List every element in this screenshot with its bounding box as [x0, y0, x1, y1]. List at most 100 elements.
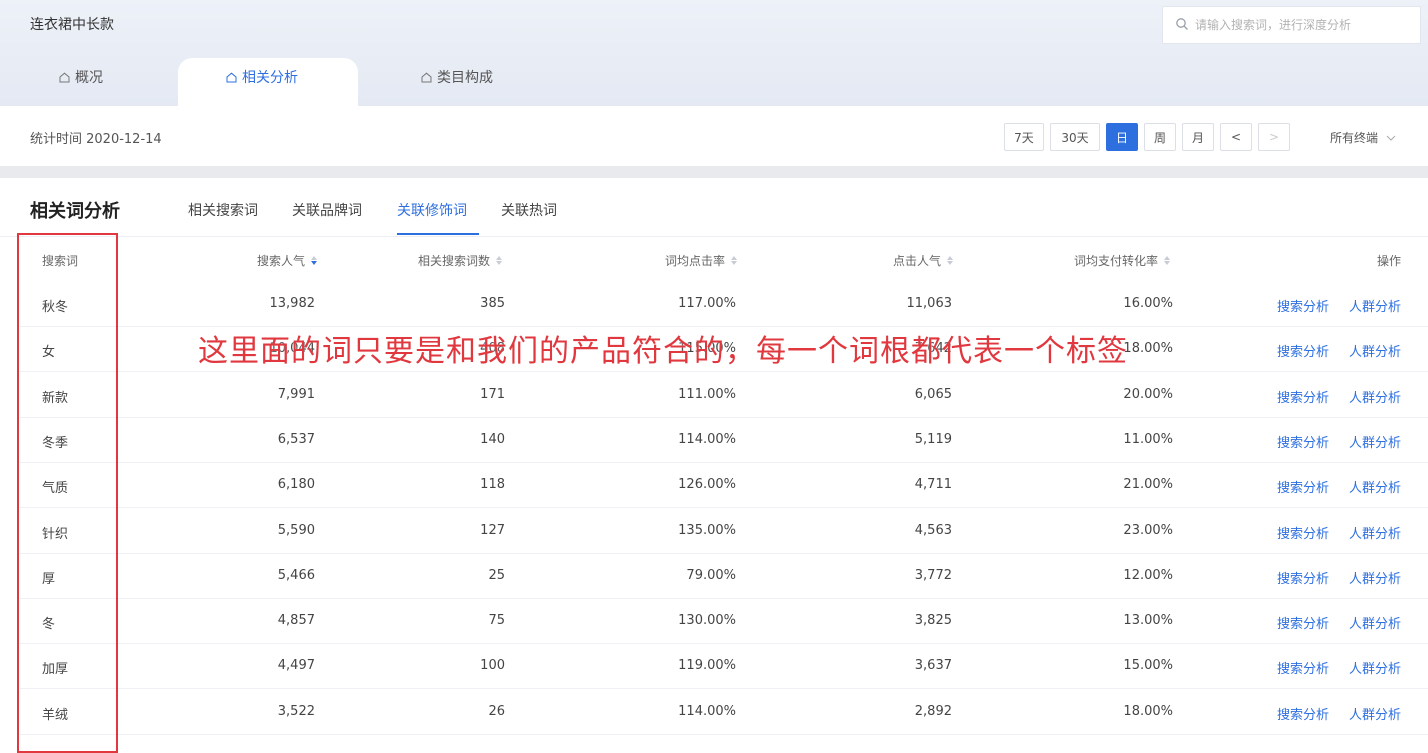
- cell-conversion: 11.00%: [1123, 431, 1173, 447]
- search-analysis-link[interactable]: 搜索分析: [1277, 658, 1329, 677]
- cell-ctr: 79.00%: [686, 567, 736, 583]
- cell-related-count: 118: [480, 477, 505, 493]
- cell-related-count: 100: [480, 658, 505, 674]
- table-row: 秋冬 13,982 385 117.00% 11,063 16.00% 搜索分析 人群分析: [20, 282, 1428, 327]
- cell-click-pop: 3,825: [914, 613, 952, 629]
- cell-keyword: 针织: [42, 526, 69, 542]
- period-day-button[interactable]: 日: [1106, 123, 1138, 151]
- header-label: 词均支付转化率: [1074, 254, 1159, 268]
- header-action-label: 操作: [1377, 254, 1402, 268]
- search-analysis-link[interactable]: 搜索分析: [1277, 523, 1329, 542]
- cell-search-pop: 5,466: [277, 567, 315, 583]
- cell-conversion: 15.00%: [1123, 658, 1173, 674]
- cell-keyword: 厚: [42, 571, 56, 587]
- cell-ctr: 126.00%: [678, 477, 736, 493]
- crowd-analysis-link[interactable]: 人群分析: [1349, 296, 1401, 315]
- table-row: 冬 4,857 75 130.00% 3,825 13.00% 搜索分析 人群分析: [20, 599, 1428, 645]
- table-row: 羊绒 3,522 26 114.00% 2,892 18.00% 搜索分析 人群分析: [20, 690, 1428, 735]
- cell-related-count: 127: [480, 522, 505, 538]
- subtab-hot[interactable]: 关联热词: [501, 200, 557, 220]
- cell-click-pop: 3,637: [914, 658, 952, 674]
- terminal-label: 所有终端: [1330, 131, 1379, 145]
- header-ctr[interactable]: 词均点击率: [665, 252, 738, 269]
- sort-icon[interactable]: [731, 256, 738, 265]
- cell-related-count: 140: [480, 431, 505, 447]
- cell-search-pop: 13,982: [269, 296, 316, 311]
- cell-conversion: 21.00%: [1123, 477, 1173, 493]
- cell-ctr: 111.00%: [678, 386, 736, 402]
- search-icon: [1176, 18, 1188, 30]
- sort-icon[interactable]: [947, 256, 954, 265]
- crowd-analysis-link[interactable]: 人群分析: [1349, 704, 1401, 723]
- cell-keyword: 秋冬: [42, 300, 69, 315]
- crowd-analysis-link[interactable]: 人群分析: [1349, 341, 1401, 360]
- search-analysis-link[interactable]: 搜索分析: [1277, 704, 1329, 723]
- subtab-brand[interactable]: 关联品牌词: [292, 200, 362, 220]
- search-analysis-link[interactable]: 搜索分析: [1277, 568, 1329, 587]
- cell-keyword: 羊绒: [42, 707, 69, 723]
- chevron-down-icon: [1386, 135, 1396, 141]
- header-action: 操作: [1377, 252, 1401, 269]
- search-analysis-link[interactable]: 搜索分析: [1277, 477, 1329, 496]
- terminal-select[interactable]: 所有终端: [1330, 129, 1396, 146]
- header-click-pop[interactable]: 点击人气: [893, 252, 954, 269]
- crowd-analysis-link[interactable]: 人群分析: [1349, 523, 1401, 542]
- subtab-related-search[interactable]: 相关搜索词: [188, 200, 258, 220]
- header-label: 搜索人气: [257, 254, 306, 268]
- cell-conversion: 18.00%: [1123, 703, 1173, 719]
- cell-keyword: 女: [42, 345, 56, 361]
- table-row: 冬季 6,537 140 114.00% 5,119 11.00% 搜索分析 人群分析: [20, 418, 1428, 463]
- crowd-analysis-link[interactable]: 人群分析: [1349, 658, 1401, 677]
- next-button[interactable]: >: [1258, 123, 1290, 151]
- header-conversion[interactable]: 词均支付转化率: [1074, 252, 1171, 269]
- cell-ctr: 114.00%: [678, 703, 736, 719]
- cell-conversion: 18.00%: [1123, 341, 1173, 357]
- sort-icon[interactable]: [1164, 256, 1171, 265]
- table-row: 新款 7,991 171 111.00% 6,065 20.00% 搜索分析 人群分析: [20, 373, 1428, 418]
- stat-bar: 统计时间 2020-12-14 7天 30天 日 周 月 < > 所有终端: [0, 106, 1428, 166]
- search-analysis-link[interactable]: 搜索分析: [1277, 387, 1329, 406]
- period-30d-button[interactable]: 30天: [1050, 123, 1100, 151]
- search-input[interactable]: [1195, 15, 1410, 35]
- cell-search-pop: 3,522: [277, 703, 315, 719]
- cell-search-pop: 6,180: [277, 477, 315, 493]
- cell-search-pop: 4,857: [277, 613, 315, 629]
- period-week-button[interactable]: 周: [1144, 123, 1176, 151]
- period-month-button[interactable]: 月: [1182, 123, 1214, 151]
- section-line: [0, 236, 1428, 237]
- prev-button[interactable]: <: [1220, 123, 1252, 151]
- search-analysis-link[interactable]: 搜索分析: [1277, 613, 1329, 632]
- crowd-analysis-link[interactable]: 人群分析: [1349, 477, 1401, 496]
- table-row: 加厚 4,497 100 119.00% 3,637 15.00% 搜索分析 人群分析: [20, 644, 1428, 690]
- tab-category-composition[interactable]: 类目构成: [421, 67, 493, 87]
- header-related-count[interactable]: 相关搜索词数: [418, 252, 503, 269]
- period-7d-button[interactable]: 7天: [1004, 123, 1044, 151]
- home-icon: [59, 72, 70, 82]
- tab-overview[interactable]: 概况: [59, 67, 103, 87]
- cell-ctr: 119.00%: [678, 658, 736, 674]
- cell-keyword: 新款: [42, 390, 69, 406]
- header-search-pop[interactable]: 搜索人气: [257, 252, 318, 269]
- sort-icon[interactable]: [311, 256, 318, 265]
- crowd-analysis-link[interactable]: 人群分析: [1349, 432, 1401, 451]
- table-row: 厚 5,466 25 79.00% 3,772 12.00% 搜索分析 人群分析: [20, 554, 1428, 599]
- crowd-analysis-link[interactable]: 人群分析: [1349, 613, 1401, 632]
- search-analysis-link[interactable]: 搜索分析: [1277, 341, 1329, 360]
- search-analysis-link[interactable]: 搜索分析: [1277, 432, 1329, 451]
- page-title: 连衣裙中长款: [30, 17, 114, 33]
- table-row: 针织 5,590 127 135.00% 4,563 23.00% 搜索分析 人群分析: [20, 509, 1428, 554]
- crowd-analysis-link[interactable]: 人群分析: [1349, 387, 1401, 406]
- subtab-modifier[interactable]: 关联修饰词: [397, 200, 467, 220]
- tab-related-analysis[interactable]: 相关分析: [226, 67, 298, 87]
- cell-keyword: 加厚: [42, 662, 69, 678]
- search-box[interactable]: [1162, 6, 1421, 44]
- tab-label: 类目构成: [437, 70, 493, 86]
- search-analysis-link[interactable]: 搜索分析: [1277, 296, 1329, 315]
- crowd-analysis-link[interactable]: 人群分析: [1349, 568, 1401, 587]
- header-keyword-label: 搜索词: [42, 254, 79, 268]
- annotation-text: 这里面的词只要是和我们的产品符合的，每一个词根都代表一个标签: [198, 334, 1128, 369]
- cell-keyword: 冬季: [42, 435, 69, 451]
- subtab-underline: [397, 233, 479, 235]
- sort-icon[interactable]: [496, 256, 503, 265]
- cell-click-pop: 3,772: [914, 567, 952, 583]
